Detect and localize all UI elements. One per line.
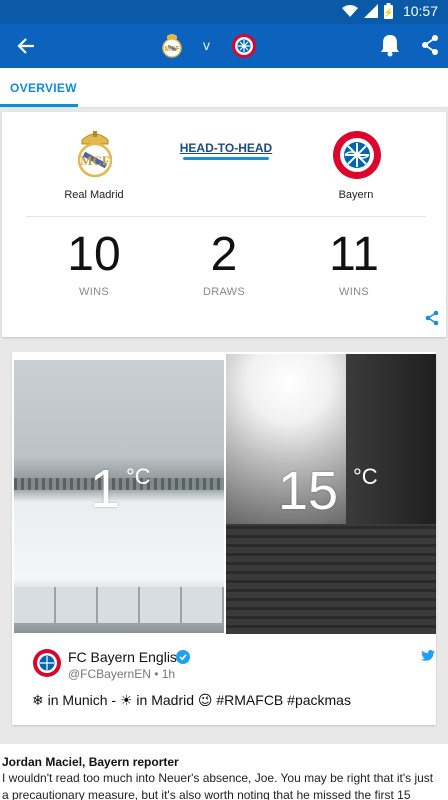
tweet-handle: @FCBayernEN • 1h — [68, 667, 176, 681]
status-bar: ⚡ 10:57 — [0, 0, 448, 24]
fc-bayern-crest — [333, 131, 381, 179]
home-wins-value: 10 — [67, 228, 121, 281]
svg-text:MCF: MCF — [80, 153, 110, 168]
svg-text:⚡: ⚡ — [384, 7, 393, 17]
report-card: Jordan Maciel, Bayern reporter I wouldn'… — [0, 744, 448, 800]
share-icon[interactable] — [424, 310, 440, 326]
tweet-author-name[interactable]: FC Bayern English — [68, 649, 185, 665]
away-wins-value: 11 — [329, 228, 379, 281]
rink-boards — [14, 587, 224, 623]
pavement — [226, 524, 436, 634]
back-button[interactable] — [12, 32, 40, 60]
fc-bayern-crest-small — [232, 34, 256, 58]
signal-icon — [363, 4, 378, 18]
away-team-name: Bayern — [338, 189, 374, 201]
report-line-1: I wouldn't read too much into Neuer's ab… — [2, 771, 434, 785]
title-underline — [183, 157, 269, 160]
draws-value: 2 — [210, 228, 238, 281]
home-team-name: Real Madrid — [64, 189, 124, 201]
twitter-bird-icon — [421, 650, 435, 661]
tab-bar: OVERVIEW — [0, 68, 448, 108]
report-body: I wouldn't read too much into Neuer's ab… — [2, 770, 446, 800]
battery-icon: ⚡ — [383, 3, 393, 19]
tab-indicator — [0, 104, 78, 107]
madrid-sunny-photo: 15 °C — [226, 354, 436, 634]
share-icon[interactable] — [420, 34, 440, 56]
munich-temperature: 1 — [90, 459, 121, 519]
app-bar: MCF v — [0, 24, 448, 68]
munich-snow-photo: 1 °C — [14, 360, 224, 633]
status-time: 10:57 — [402, 3, 438, 19]
head-to-head-card: MCF Real Madrid HEAD-TO-HEAD Bayern 10 2… — [2, 112, 446, 337]
head-to-head-title: HEAD-TO-HEAD — [179, 141, 273, 155]
report-line-2: a precautionary measure, but it's also w… — [2, 788, 411, 800]
real-madrid-crest: MCF — [77, 131, 113, 178]
svg-text:MCF: MCF — [164, 46, 180, 53]
bell-icon[interactable] — [379, 33, 401, 57]
real-madrid-crest-small: MCF — [162, 34, 182, 58]
draws-label: DRAWS — [202, 286, 246, 298]
status-icons: ⚡ 10:57 — [341, 3, 438, 19]
tweet-card[interactable]: 1 °C 15 °C FC Bayern English @FCBayernEN… — [12, 352, 436, 725]
madrid-temperature-unit: °C — [353, 464, 378, 489]
versus-label: v — [203, 37, 210, 53]
munich-temperature-unit: °C — [126, 464, 151, 489]
divider — [26, 216, 426, 217]
wifi-icon — [341, 5, 358, 17]
arrow-back-icon — [17, 38, 34, 54]
madrid-temperature: 15 — [278, 461, 339, 521]
report-author: Jordan Maciel, Bayern reporter — [2, 755, 179, 769]
fc-bayern-avatar[interactable] — [32, 648, 62, 678]
home-wins-label: WINS — [79, 286, 109, 298]
tweet-text: ❄ in Munich - ☀ in Madrid 😉 #RMAFCB #pac… — [32, 692, 351, 708]
tab-overview[interactable]: OVERVIEW — [0, 68, 87, 108]
building — [346, 354, 436, 524]
away-wins-label: WINS — [339, 286, 369, 298]
verified-icon — [176, 650, 190, 664]
